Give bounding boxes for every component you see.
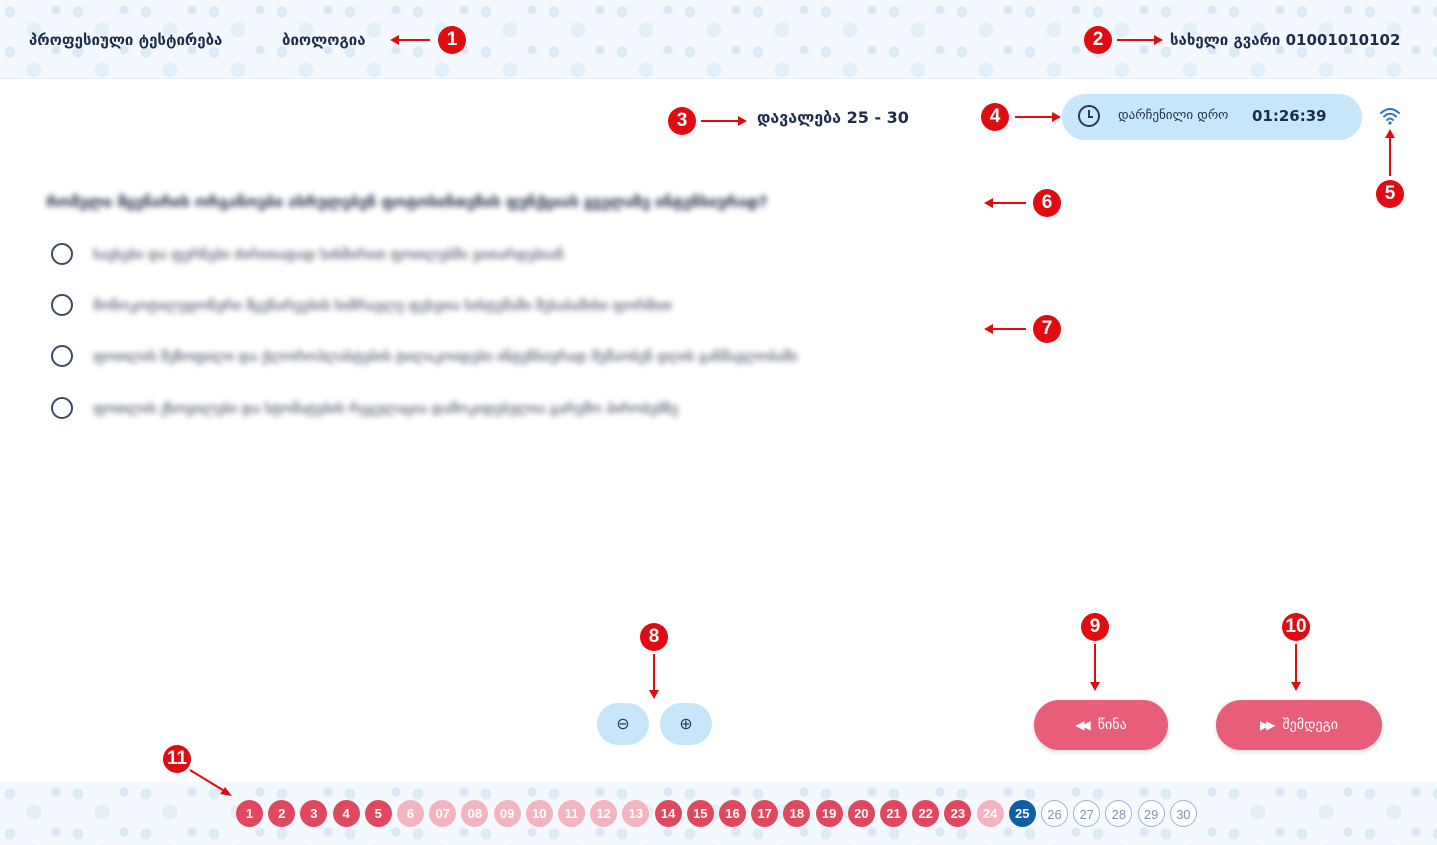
page-dot-12[interactable]: 12 <box>590 800 618 827</box>
callout-badge-10: 10 <box>1282 613 1310 641</box>
task-separator: - <box>874 108 882 127</box>
task-current-number: 25 <box>846 108 869 127</box>
callout-badge-3: 3 <box>668 107 696 135</box>
callout-arrow-8 <box>649 654 659 699</box>
exam-title: პროფესიული ტესტირება <box>29 31 223 49</box>
page-dot-6[interactable]: 6 <box>397 800 424 827</box>
callout-arrow-10 <box>1291 644 1301 691</box>
page-dot-22[interactable]: 22 <box>912 800 940 827</box>
callout-badge-5: 5 <box>1376 180 1404 208</box>
callout-arrow-11 <box>189 769 232 796</box>
page-dot-29[interactable]: 29 <box>1137 800 1165 827</box>
page-dot-1[interactable]: 1 <box>236 800 263 827</box>
timer-value: 01:26:39 <box>1252 107 1327 125</box>
page-dot-5[interactable]: 5 <box>364 800 392 827</box>
callout-badge-6: 6 <box>1033 189 1061 217</box>
callout-arrow-4 <box>1015 112 1061 122</box>
zoom-out-button[interactable]: ⊖ <box>597 703 649 745</box>
callout-badge-2: 2 <box>1084 26 1112 54</box>
page-dot-10[interactable]: 10 <box>525 800 553 827</box>
callout-badge-8: 8 <box>640 623 668 651</box>
previous-button[interactable]: ◀◀ წინა <box>1034 700 1168 750</box>
page-dot-4[interactable]: 4 <box>332 800 360 827</box>
page-dot-7[interactable]: 07 <box>429 800 457 827</box>
fast-forward-icon: ▶▶ <box>1259 718 1276 732</box>
callout-badge-1: 1 <box>438 26 466 54</box>
page-dot-27[interactable]: 27 <box>1073 800 1101 827</box>
option-text-3[interactable]: ფოთლის მეზოფილი და ქლოროპლასტების ტილაკო… <box>93 349 963 365</box>
rewind-icon: ◀◀ <box>1075 718 1091 732</box>
callout-badge-11: 11 <box>163 745 191 773</box>
callout-arrow-1 <box>390 35 430 45</box>
page-dot-21[interactable]: 21 <box>880 800 907 827</box>
page-dot-16[interactable]: 16 <box>719 800 746 827</box>
option-text-1[interactable]: ხავსები და ფერნები ძირითადად სიხშირით ფო… <box>93 247 858 263</box>
page-dot-19[interactable]: 19 <box>815 800 843 827</box>
subject-name: ბიოლოგია <box>282 31 366 49</box>
option-radio-2[interactable] <box>51 294 73 316</box>
task-counter-label: დავალება <box>757 108 842 127</box>
callout-badge-4: 4 <box>981 103 1009 131</box>
zoom-in-button[interactable]: ⊕ <box>660 703 712 745</box>
next-button[interactable]: ▶▶ შემდეგი <box>1216 700 1382 750</box>
user-info: სახელი გვარი 01001010102 <box>1170 31 1401 49</box>
timer-panel: დარჩენილი დრო 01:26:39 <box>1062 94 1362 140</box>
page-dot-9[interactable]: 09 <box>493 800 521 827</box>
page-dot-14[interactable]: 14 <box>654 800 682 827</box>
page-dot-17[interactable]: 17 <box>751 800 779 827</box>
task-counter: დავალება 25 - 30 <box>757 108 909 127</box>
callout-arrow-7 <box>984 324 1026 334</box>
callout-arrow-6 <box>984 198 1026 208</box>
callout-arrow-9 <box>1090 644 1100 691</box>
page-dot-26[interactable]: 26 <box>1041 800 1068 827</box>
callout-badge-9: 9 <box>1081 613 1109 641</box>
timer-label: დარჩენილი დრო <box>1118 108 1229 123</box>
clock-icon <box>1078 105 1100 127</box>
option-radio-4[interactable] <box>51 397 73 419</box>
page-dot-15[interactable]: 15 <box>686 800 714 827</box>
callout-badge-7: 7 <box>1033 315 1061 343</box>
callout-arrow-5 <box>1385 129 1395 176</box>
callout-arrow-2 <box>1117 35 1163 45</box>
callout-arrow-3 <box>701 116 747 126</box>
page-dot-30[interactable]: 30 <box>1169 800 1197 827</box>
page-dot-2[interactable]: 2 <box>268 800 296 827</box>
option-text-2[interactable]: მონოკოტილედონური მცენარეების სიმრავლე ფე… <box>93 298 931 314</box>
next-button-label: შემდეგი <box>1282 717 1339 733</box>
page-dot-20[interactable]: 20 <box>847 800 875 827</box>
previous-button-label: წინა <box>1097 717 1127 733</box>
question-text: რომელი მცენარის ორგანოები ასრულებენ ფოტო… <box>46 193 768 211</box>
option-text-4[interactable]: ფოთლის ქსოვილები და სტომატების რეგულაცია… <box>93 401 893 417</box>
wifi-icon <box>1380 108 1400 125</box>
option-radio-1[interactable] <box>51 243 73 265</box>
option-radio-3[interactable] <box>51 345 73 367</box>
page-dot-11[interactable]: 11 <box>558 800 585 827</box>
task-total-number: 30 <box>886 108 909 127</box>
page-dot-25[interactable]: 25 <box>1008 800 1036 827</box>
page-dot-24[interactable]: 24 <box>976 800 1004 827</box>
